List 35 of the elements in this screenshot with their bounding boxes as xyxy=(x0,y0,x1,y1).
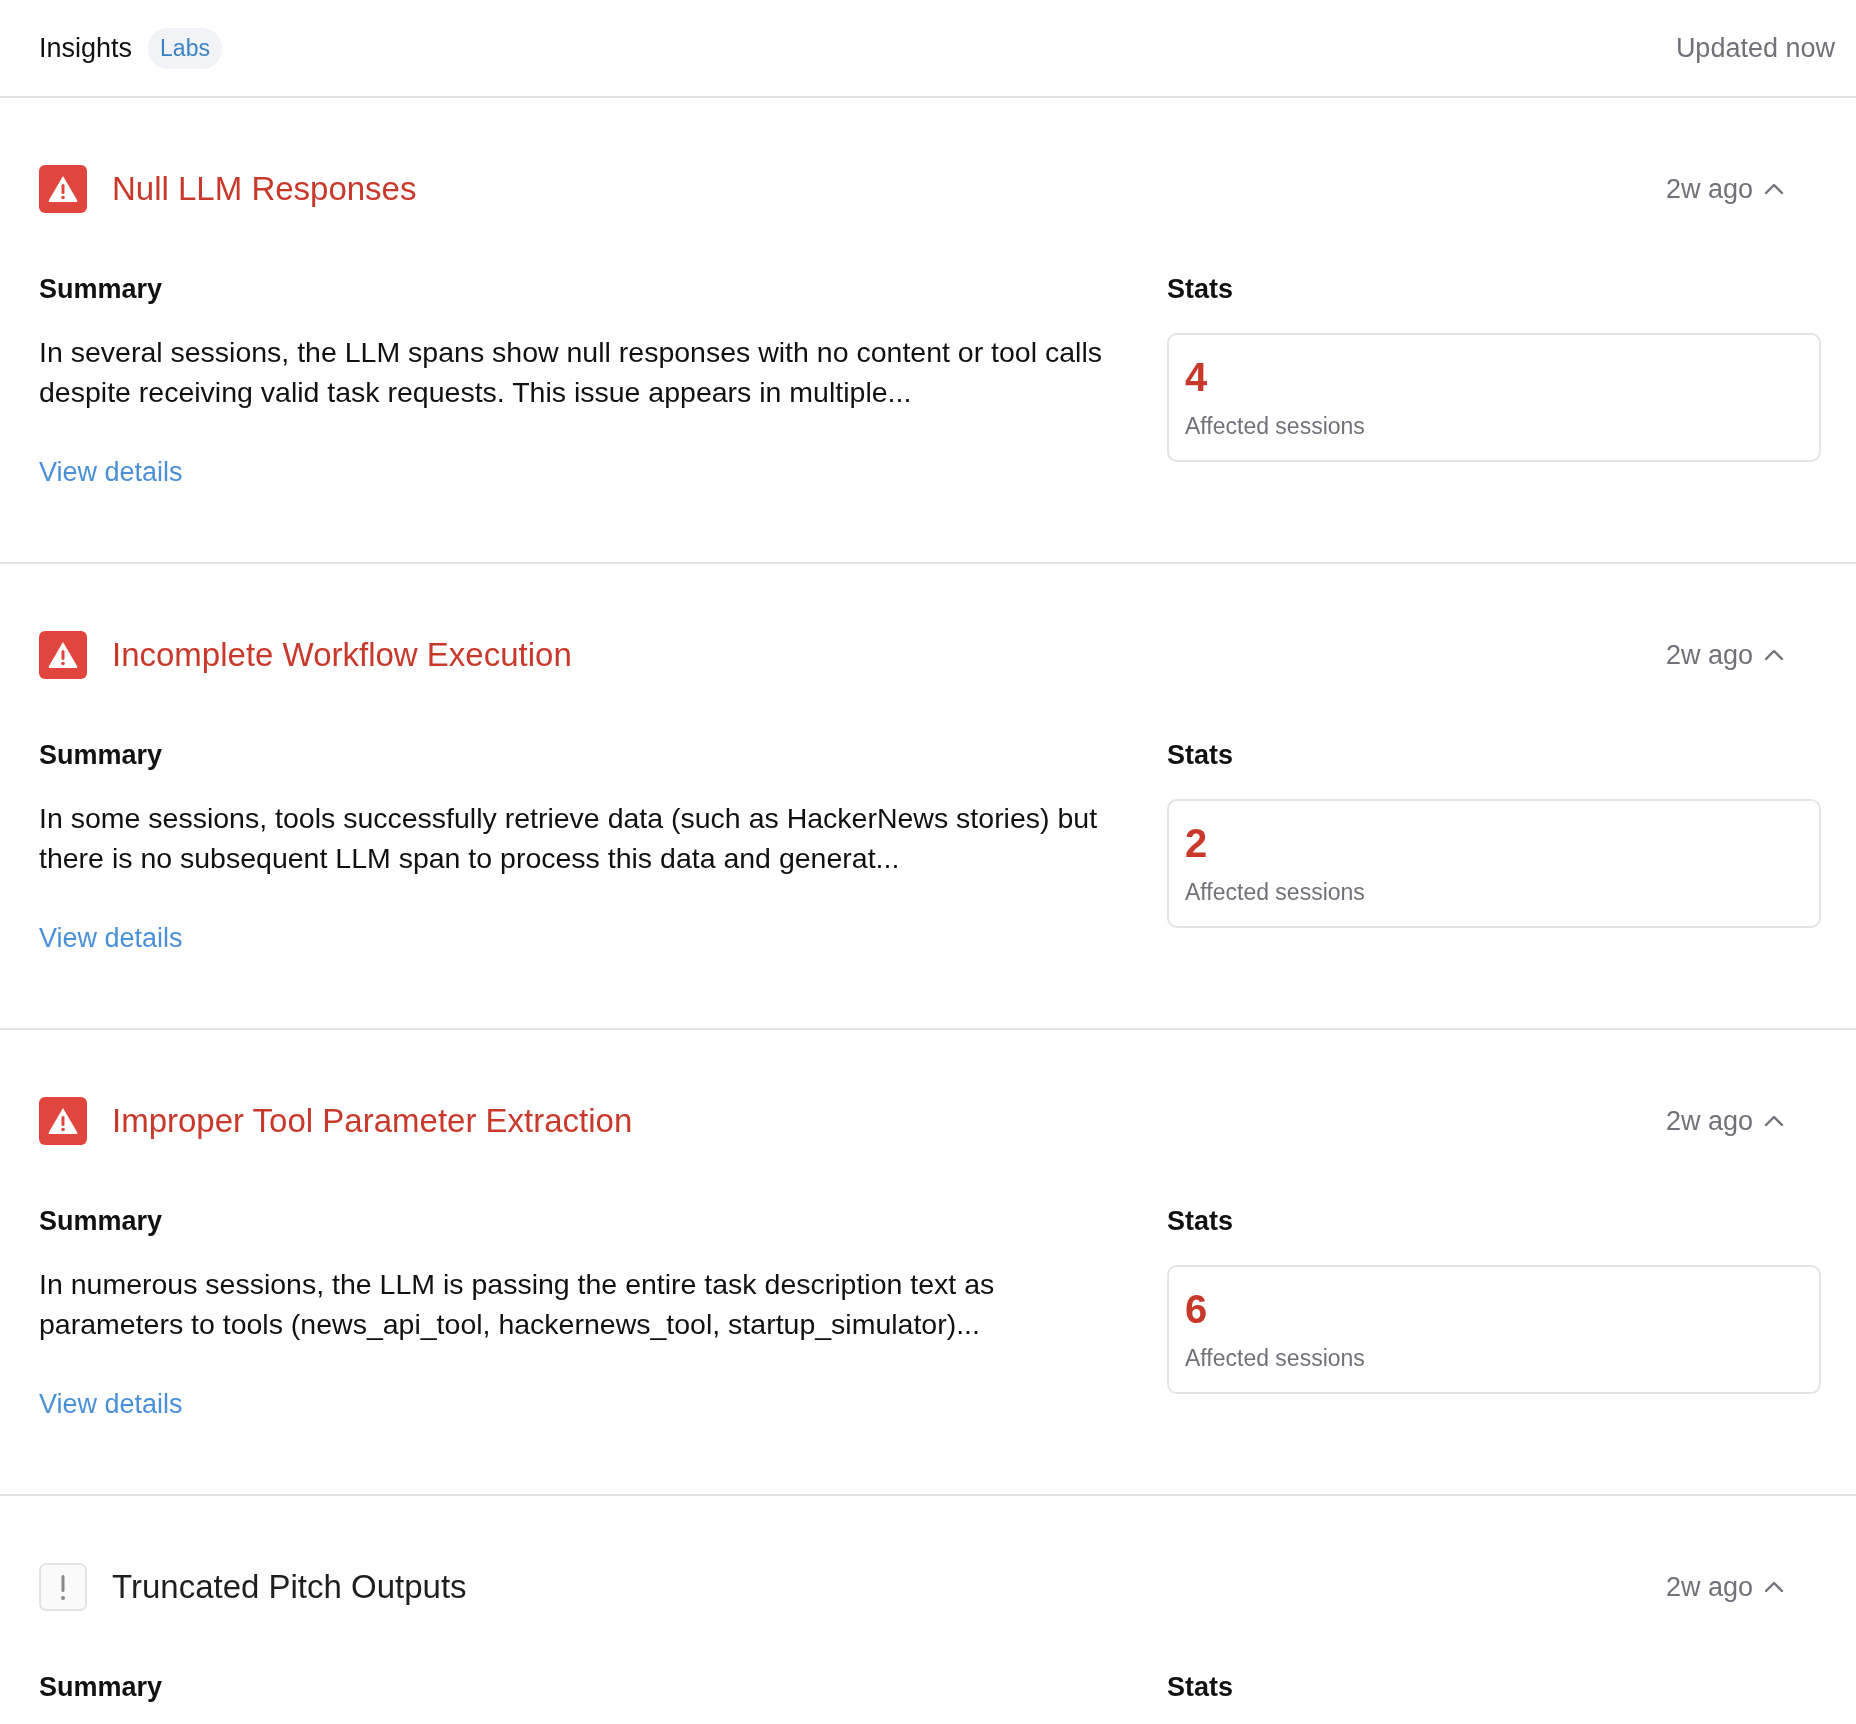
update-status: Updated now xyxy=(1675,32,1835,64)
stat-label: Affected sessions xyxy=(1185,879,1366,906)
insight-title: Incomplete Workflow Execution xyxy=(112,636,572,674)
summary-heading: Summary xyxy=(39,274,164,304)
labs-badge: Labs xyxy=(148,27,222,69)
stats-heading: Stats xyxy=(1167,740,1235,770)
stat-label: Affected sessions xyxy=(1185,413,1366,440)
insight-time: 2w ago xyxy=(1665,639,1753,671)
view-details-link[interactable]: View details xyxy=(39,1389,183,1420)
insight-title: Null LLM Responses xyxy=(112,170,417,208)
insight-title: Improper Tool Parameter Extraction xyxy=(112,1102,633,1140)
stats-heading: Stats xyxy=(1167,1672,1235,1702)
affected-count: 6 xyxy=(1185,1286,1209,1333)
insight-time: 2w ago xyxy=(1665,1105,1753,1137)
view-details-link[interactable]: View details xyxy=(39,457,183,488)
collapse-chevron-icon[interactable] xyxy=(1763,182,1785,196)
summary-heading: Summary xyxy=(39,740,164,770)
page-title: Insights xyxy=(39,32,133,64)
collapse-chevron-icon[interactable] xyxy=(1763,1114,1785,1128)
insight-title: Truncated Pitch Outputs xyxy=(112,1568,467,1606)
summary-heading: Summary xyxy=(39,1672,164,1702)
collapse-chevron-icon[interactable] xyxy=(1763,1580,1785,1594)
collapse-chevron-icon[interactable] xyxy=(1763,648,1785,662)
affected-count: 4 xyxy=(1185,354,1209,401)
summary-text: In several sessions, the LLM spans show null responses with no content or tool calls despite receiving valid task requests. This issue appears in multiple... xyxy=(39,335,1103,410)
affected-count: 2 xyxy=(1185,820,1209,867)
summary-text: In numerous sessions, the LLM is passing the entire task description text as parameters to tools (news_api_tool, hackernews_tool, startup_simulator)... xyxy=(39,1267,996,1342)
stats-heading: Stats xyxy=(1167,274,1235,304)
stats-heading: Stats xyxy=(1167,1206,1235,1236)
summary-text: In some sessions, tools successfully retrieve data (such as HackerNews stories) but there is no subsequent LLM span to process this data and generat... xyxy=(39,801,1099,876)
stat-label: Affected sessions xyxy=(1185,1345,1366,1372)
insight-time: 2w ago xyxy=(1665,173,1753,205)
insight-time: 2w ago xyxy=(1665,1571,1753,1603)
summary-heading: Summary xyxy=(39,1206,164,1236)
view-details-link[interactable]: View details xyxy=(39,923,183,954)
